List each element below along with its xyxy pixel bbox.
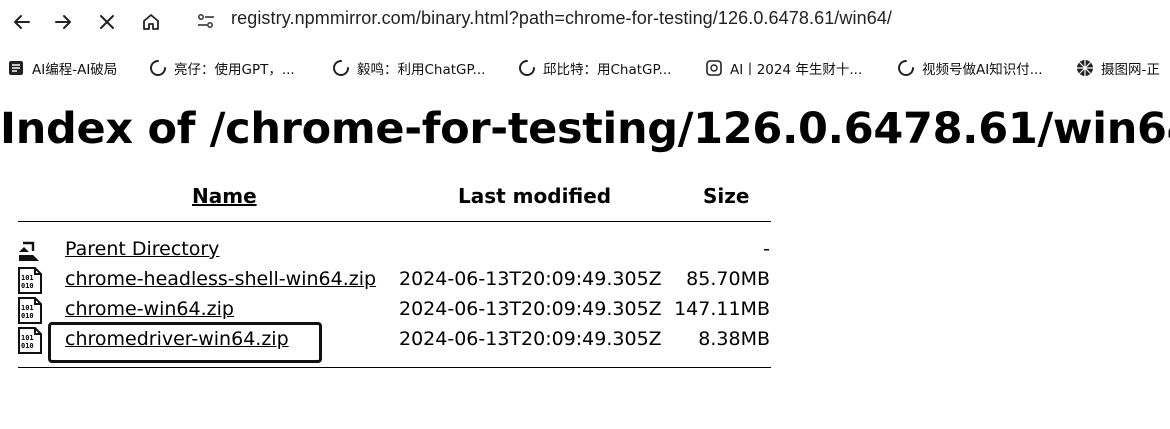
bookmark-item[interactable]: 毅鸣：利用ChatGP... — [332, 54, 485, 82]
page-icon — [705, 59, 723, 77]
bookmark-doc-icon — [7, 59, 25, 77]
table-row: Parent Directory - — [0, 236, 780, 266]
bookmarks-bar: AI编程-AI破局 亮仔：使用GPT，... 毅鸣：利用ChatGP... 邱比… — [0, 54, 1170, 82]
file-size: 147.11MB — [674, 298, 770, 320]
close-icon — [100, 15, 114, 29]
svg-text:010: 010 — [21, 312, 34, 320]
highlight-box — [48, 322, 322, 363]
footer-divider — [18, 367, 771, 368]
bookmark-label: 摄图网-正 — [1101, 62, 1160, 78]
site-info-icon[interactable] — [196, 11, 216, 31]
loading-spinner-icon — [149, 59, 167, 77]
bookmark-label: AI丨2024 年生财十... — [730, 62, 863, 78]
stop-button[interactable] — [94, 9, 120, 35]
bookmark-label: 毅鸣：利用ChatGP... — [357, 62, 486, 78]
bookmark-item[interactable]: AI丨2024 年生财十... — [705, 54, 862, 82]
back-button[interactable] — [9, 9, 35, 35]
binary-file-icon: 101 010 — [17, 297, 43, 324]
svg-text:101: 101 — [21, 304, 34, 312]
parent-directory-link[interactable]: Parent Directory — [65, 238, 219, 260]
last-modified: 2024-06-13T20:09:49.305Z — [399, 268, 662, 290]
binary-file-icon: 101 010 — [17, 327, 43, 354]
address-bar[interactable]: registry.npmmirror.com/binary.html?path=… — [231, 8, 892, 29]
forward-arrow-icon — [55, 15, 71, 29]
column-header-size: Size — [703, 184, 750, 208]
home-icon — [143, 14, 159, 30]
bookmark-label: 视频号做AI知识付... — [922, 62, 1043, 78]
forward-button[interactable] — [50, 9, 76, 35]
file-link[interactable]: chrome-win64.zip — [65, 298, 234, 320]
loading-spinner-icon — [897, 59, 915, 77]
home-button[interactable] — [138, 9, 164, 35]
svg-text:101: 101 — [21, 274, 34, 282]
bookmark-item[interactable]: 视频号做AI知识付... — [897, 54, 1043, 82]
bookmark-item[interactable]: 邱比特：用ChatGP... — [518, 54, 671, 82]
file-size: 85.70MB — [686, 268, 770, 290]
binary-file-icon: 101 010 — [17, 267, 43, 294]
bookmark-label: 邱比特：用ChatGP... — [543, 62, 672, 78]
site-logo-icon — [1076, 59, 1094, 77]
bookmark-label: 亮仔：使用GPT，... — [174, 62, 295, 78]
page-title: Index of /chrome-for-testing/126.0.6478.… — [0, 104, 1170, 154]
header-divider — [18, 221, 771, 222]
loading-spinner-icon — [332, 59, 350, 77]
svg-text:010: 010 — [21, 342, 34, 350]
last-modified: 2024-06-13T20:09:49.305Z — [399, 298, 662, 320]
svg-text:010: 010 — [21, 282, 34, 290]
sort-by-name-link[interactable]: Name — [192, 184, 257, 208]
back-arrow-icon — [14, 15, 30, 29]
table-row: 101 010 chrome-headless-shell-win64.zip 2… — [0, 266, 780, 296]
last-modified: 2024-06-13T20:09:49.305Z — [399, 328, 662, 350]
bookmark-label: AI编程-AI破局 — [32, 62, 118, 78]
bookmark-item[interactable]: 摄图网-正 — [1076, 54, 1160, 82]
file-size: - — [763, 238, 770, 260]
file-size: 8.38MB — [698, 328, 770, 350]
browser-toolbar: registry.npmmirror.com/binary.html?path=… — [0, 0, 1170, 42]
bookmark-item[interactable]: AI编程-AI破局 — [7, 54, 117, 82]
bookmark-item[interactable]: 亮仔：使用GPT，... — [149, 54, 295, 82]
back-arrow-icon — [17, 237, 43, 264]
svg-text:101: 101 — [21, 334, 34, 342]
loading-spinner-icon — [518, 59, 536, 77]
column-header-last-modified: Last modified — [458, 184, 612, 208]
file-link[interactable]: chrome-headless-shell-win64.zip — [65, 268, 376, 290]
